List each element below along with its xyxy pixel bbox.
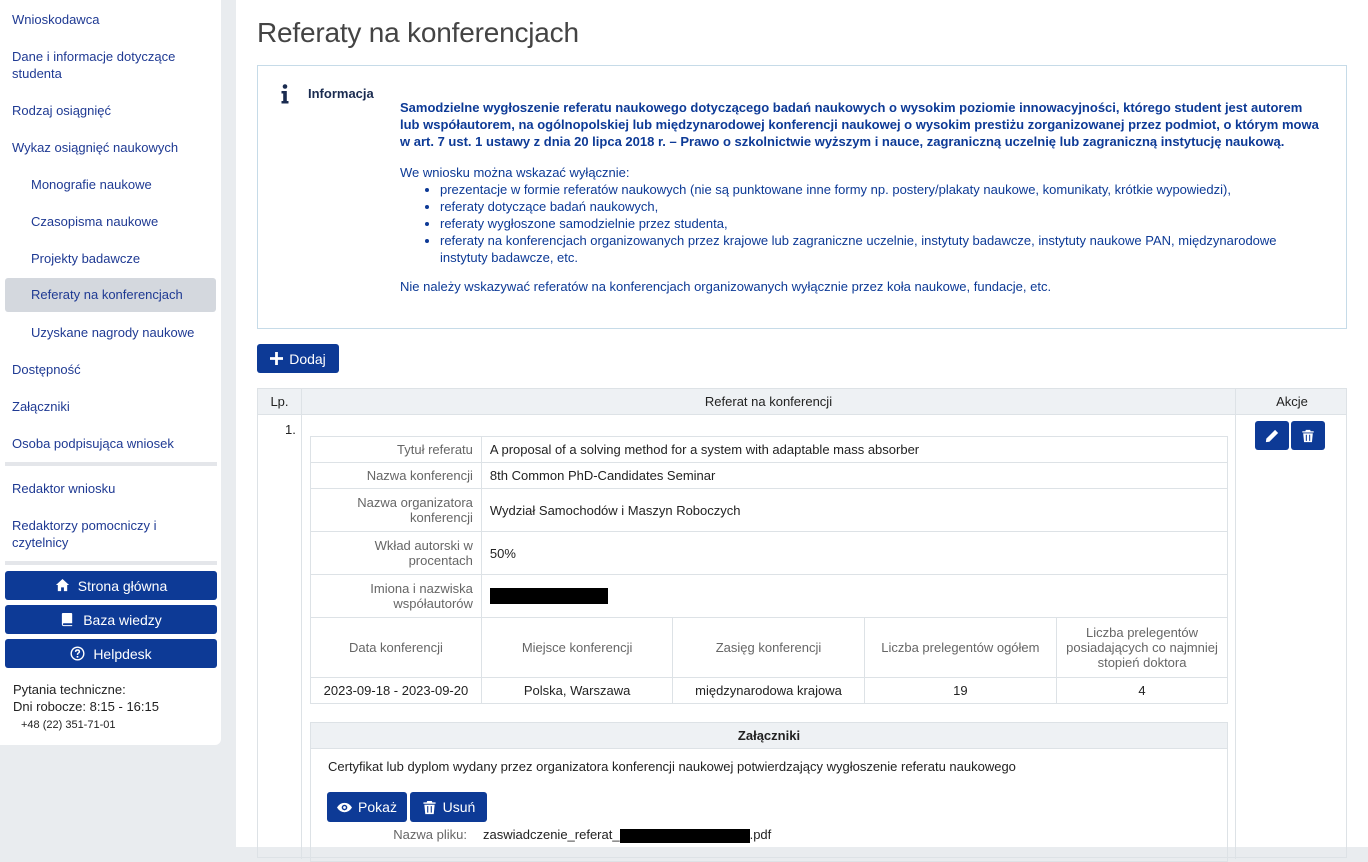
header-lp: Lp. [270, 394, 289, 409]
nav-dane-studenta[interactable]: Dane i informacje dotyczące studenta [0, 48, 190, 82]
home-button-label: Strona główna [77, 577, 168, 594]
nav-divider [5, 462, 217, 466]
sub-header: Data konferencji [310, 617, 482, 678]
sub-value: międzynarodowa krajowa [672, 677, 865, 704]
header-referat: Referat na konferencji [704, 394, 833, 409]
nav-czasopisma[interactable]: Czasopisma naukowe [0, 213, 221, 230]
row-number: 1. [285, 422, 296, 437]
contact-hours: Dni robocze: 8:15 - 16:15 [13, 699, 159, 714]
info-list-item: referaty wygłoszone samodzielnie przez s… [440, 215, 1320, 232]
nav-rodzaj-osiagniec[interactable]: Rodzaj osiągnięć [0, 102, 221, 119]
info-list: prezentacje w formie referatów naukowych… [400, 181, 1320, 266]
book-icon [62, 612, 73, 627]
sub-value: 4 [1056, 677, 1228, 704]
eye-icon [337, 802, 353, 812]
knowledge-base-button[interactable]: Baza wiedzy [5, 605, 217, 634]
home-button[interactable]: Strona główna [5, 571, 217, 600]
sub-header: Miejsce konferencji [480, 617, 674, 678]
redacted-block [489, 588, 608, 605]
redacted-block [619, 828, 750, 843]
sub-value: Polska, Warszawa [480, 677, 674, 704]
table-header: Lp. Referat na konferencji Akcje [258, 389, 1346, 415]
field-value: 50% [480, 531, 1229, 575]
contact-info: Pytania techniczne: Dni robocze: 8:15 - … [13, 681, 159, 734]
sub-header: Liczba prelegentów posiadających co najm… [1056, 617, 1228, 678]
file-suffix: .pdf [749, 827, 772, 842]
helpdesk-label: Helpdesk [93, 645, 152, 662]
referaty-table: Lp. Referat na konferencji Akcje 1. Tytu… [257, 388, 1347, 862]
page-title: Referaty na konferencjach [257, 17, 579, 48]
field-label: Wkład autorski w procentach [310, 531, 482, 575]
referat-details: Tytuł referatu A proposal of a solving m… [310, 436, 1229, 704]
info-box: Informacja Samodzielne wygłoszenie refer… [257, 65, 1347, 329]
plus-icon [270, 352, 284, 365]
field-value: Wydział Samochodów i Maszyn Roboczych [480, 488, 1229, 532]
knowledge-base-label: Baza wiedzy [83, 611, 162, 628]
info-footer: Nie należy wskazywać referatów na konfer… [400, 279, 1052, 294]
field-label: Nazwa konferencji [310, 462, 482, 489]
question-circle-icon [70, 646, 85, 661]
info-label: Informacja [308, 86, 374, 101]
show-button-label: Pokaż [358, 799, 397, 815]
helpdesk-button[interactable]: Helpdesk [5, 639, 217, 668]
nav-referaty[interactable]: Referaty na konferencjach [5, 278, 216, 312]
nav-wnioskodawca[interactable]: Wnioskodawca [0, 11, 221, 28]
nav-monografie[interactable]: Monografie naukowe [0, 176, 221, 193]
nav-dostepnosc[interactable]: Dostępność [0, 361, 221, 378]
field-value [480, 574, 1229, 618]
info-list-item: referaty dotyczące badań naukowych, [440, 198, 1320, 215]
field-label: Nazwa organizatora konferencji [310, 488, 482, 532]
nav-wykaz-osiagniec[interactable]: Wykaz osiągnięć naukowych [0, 139, 221, 156]
sub-value: 2023-09-18 - 2023-09-20 [310, 677, 482, 704]
attachments-panel: Załączniki Certyfikat lub dyplom wydany … [310, 722, 1228, 862]
attachments-title: Załączniki [311, 723, 1227, 749]
edit-button[interactable] [1255, 421, 1289, 450]
nav-redaktorzy-pomocniczy[interactable]: Redaktorzy pomocniczy i czytelnicy [0, 517, 180, 551]
sub-header: Zasięg konferencji [672, 617, 865, 678]
info-intro: We wniosku można wskazać wyłącznie: [400, 165, 630, 180]
contact-phone: +48 (22) 351-71-01 [21, 719, 116, 731]
field-value: 8th Common PhD-Candidates Seminar [480, 462, 1229, 489]
remove-file-label: Usuń [442, 799, 476, 815]
sidebar: Wnioskodawca Dane i informacje dotyczące… [0, 0, 221, 745]
nav-redaktor[interactable]: Redaktor wniosku [0, 480, 221, 497]
add-button[interactable]: Dodaj [257, 344, 339, 373]
field-label: Tytuł referatu [310, 436, 482, 463]
field-label: Imiona i nazwiska współautorów [310, 574, 482, 618]
header-akcje: Akcje [1276, 394, 1308, 409]
column-divider [301, 389, 302, 859]
contact-line1: Pytania techniczne: [13, 682, 126, 697]
info-list-item: prezentacje w formie referatów naukowych… [440, 181, 1320, 198]
pencil-icon [1265, 429, 1279, 442]
file-prefix: zaswiadczenie_referat_ [483, 827, 620, 842]
sub-header: Liczba prelegentów ogółem [863, 617, 1058, 678]
info-icon [281, 84, 289, 104]
nav-nagrody[interactable]: Uzyskane nagrody naukowe [0, 324, 221, 341]
nav-divider [5, 561, 217, 565]
add-button-label: Dodaj [289, 350, 326, 367]
file-label: Nazwa pliku: [393, 827, 467, 842]
nav-projekty[interactable]: Projekty badawcze [0, 250, 221, 267]
sub-value: 19 [863, 677, 1058, 704]
trash-icon [423, 800, 436, 814]
delete-button[interactable] [1291, 421, 1325, 450]
remove-file-button[interactable]: Usuń [410, 792, 487, 822]
info-list-item: referaty na konferencjach organizowanych… [440, 232, 1320, 266]
column-divider [1235, 389, 1236, 859]
attachment-description: Certyfikat lub dyplom wydany przez organ… [328, 759, 1016, 774]
nav-osoba-podpisujaca[interactable]: Osoba podpisująca wniosek [0, 435, 221, 452]
main-content: Referaty na konferencjach Informacja Sam… [236, 0, 1368, 862]
file-name: zaswiadczenie_referat_ .pdf [483, 827, 771, 843]
nav-zalaczniki[interactable]: Załączniki [0, 398, 221, 415]
show-button[interactable]: Pokaż [327, 792, 407, 822]
field-value: A proposal of a solving method for a sys… [480, 436, 1229, 463]
info-bold-text: Samodzielne wygłoszenie referatu naukowe… [400, 100, 1319, 149]
info-content: Samodzielne wygłoszenie referatu naukowe… [400, 99, 1320, 295]
trash-icon [1302, 429, 1314, 442]
home-icon [55, 578, 69, 592]
